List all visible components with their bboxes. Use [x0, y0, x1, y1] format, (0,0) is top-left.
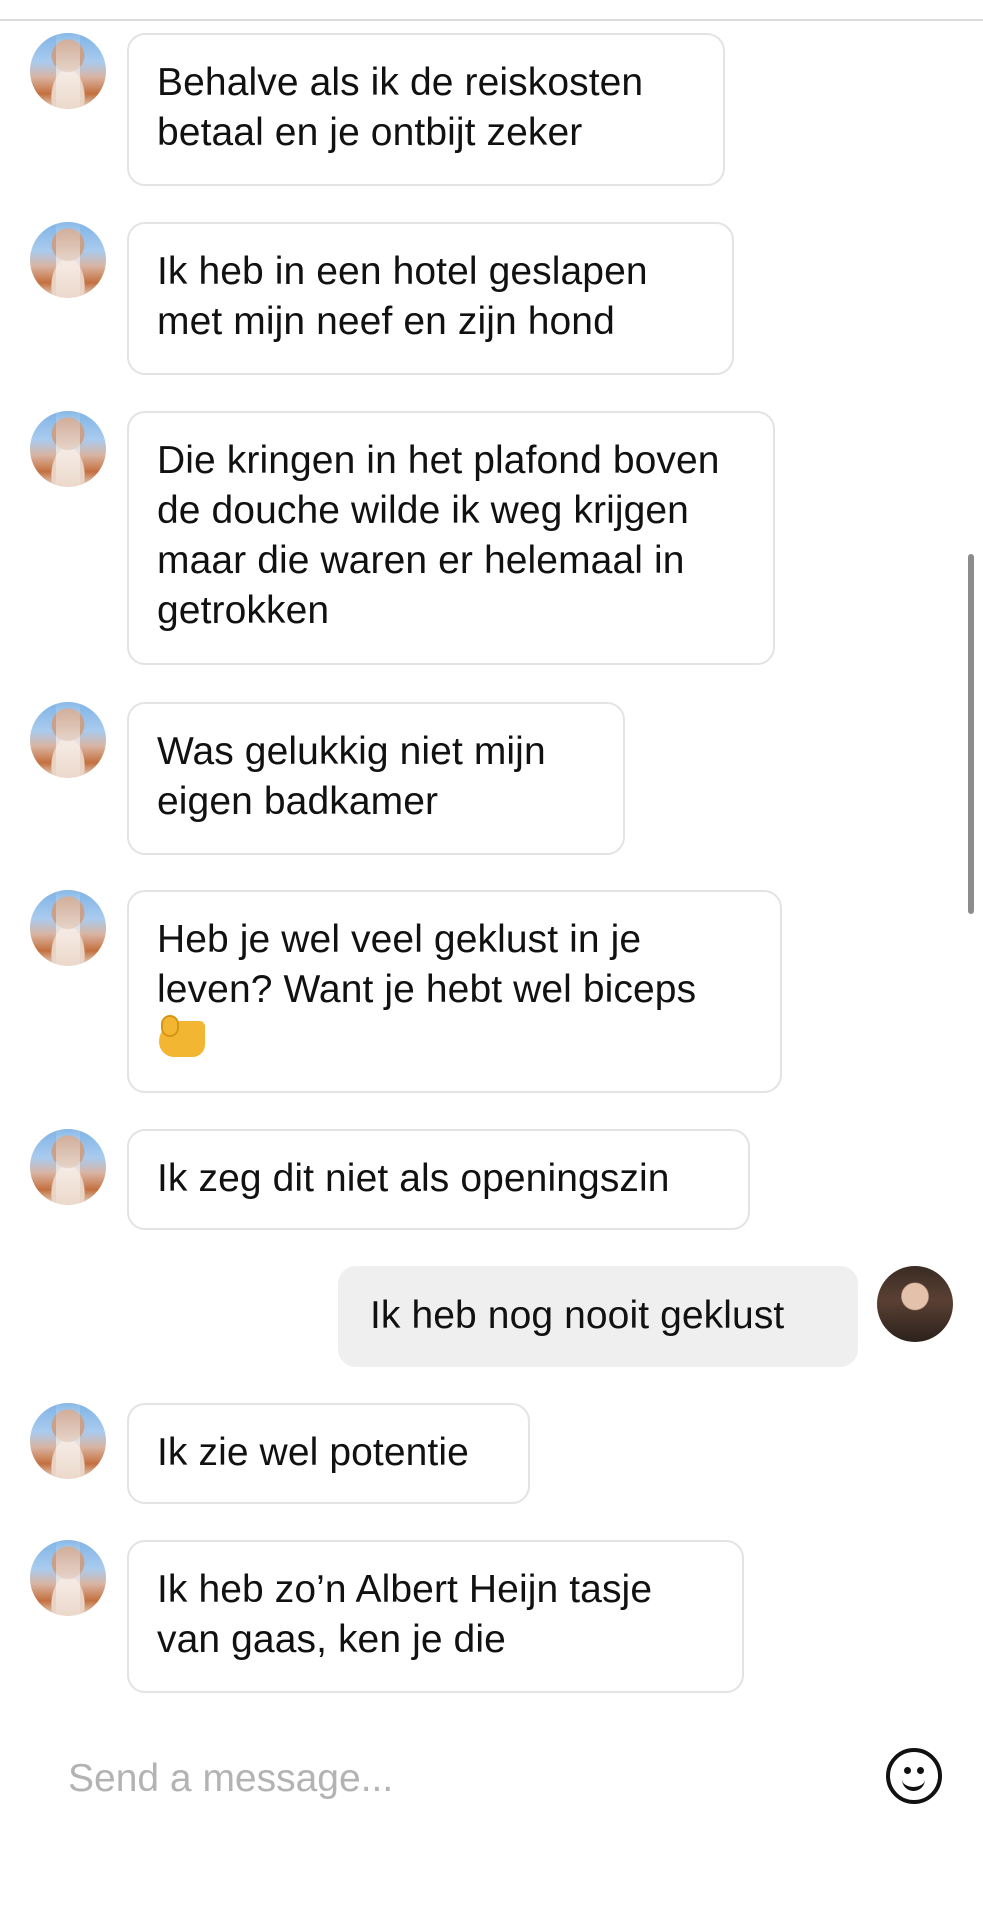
message-thread[interactable]: Behalve als ik de reiskosten betaal en j…	[0, 0, 983, 1700]
sender-avatar[interactable]	[30, 890, 106, 966]
sender-avatar[interactable]	[30, 1129, 106, 1205]
incoming-message-bubble[interactable]: Was gelukkig niet mijn eigen badkamer	[127, 702, 625, 855]
flexed-biceps-emoji-icon	[157, 1015, 207, 1061]
incoming-message-bubble[interactable]: Ik zeg dit niet als openingszin	[127, 1129, 750, 1230]
own-avatar[interactable]	[877, 1266, 953, 1342]
sender-avatar[interactable]	[30, 33, 106, 109]
scrollbar[interactable]	[968, 554, 974, 914]
sender-avatar[interactable]	[30, 1403, 106, 1479]
incoming-message-bubble[interactable]: Ik zie wel potentie	[127, 1403, 530, 1504]
incoming-message-bubble[interactable]: Behalve als ik de reiskosten betaal en j…	[127, 33, 725, 186]
sender-avatar[interactable]	[30, 702, 106, 778]
sender-avatar[interactable]	[30, 411, 106, 487]
sender-avatar[interactable]	[30, 222, 106, 298]
message-text: Heb je wel veel geklust in je leven? Wan…	[157, 918, 697, 1011]
incoming-message-bubble[interactable]: Ik heb zo’n Albert Heijn tasje van gaas,…	[127, 1540, 744, 1693]
message-text: Die kringen in het plafond boven de douc…	[157, 439, 720, 632]
incoming-message-bubble[interactable]: Die kringen in het plafond boven de douc…	[127, 411, 775, 665]
smiley-face-icon[interactable]	[886, 1748, 942, 1804]
message-text: Was gelukkig niet mijn eigen badkamer	[157, 730, 546, 823]
message-input[interactable]	[66, 1748, 770, 1810]
incoming-message-bubble[interactable]: Ik heb in een hotel geslapen met mijn ne…	[127, 222, 734, 375]
message-text: Ik zeg dit niet als openingszin	[157, 1157, 670, 1200]
incoming-message-bubble[interactable]: Heb je wel veel geklust in je leven? Wan…	[127, 890, 782, 1093]
outgoing-message-bubble[interactable]: Ik heb nog nooit geklust	[338, 1266, 858, 1367]
message-text: Ik heb in een hotel geslapen met mijn ne…	[157, 250, 648, 343]
message-text: Behalve als ik de reiskosten betaal en j…	[157, 61, 644, 154]
message-text: Ik heb zo’n Albert Heijn tasje van gaas,…	[157, 1568, 653, 1661]
sender-avatar[interactable]	[30, 1540, 106, 1616]
message-text: Ik zie wel potentie	[157, 1431, 469, 1474]
message-composer	[0, 1700, 983, 1850]
message-text: Ik heb nog nooit geklust	[370, 1294, 785, 1337]
